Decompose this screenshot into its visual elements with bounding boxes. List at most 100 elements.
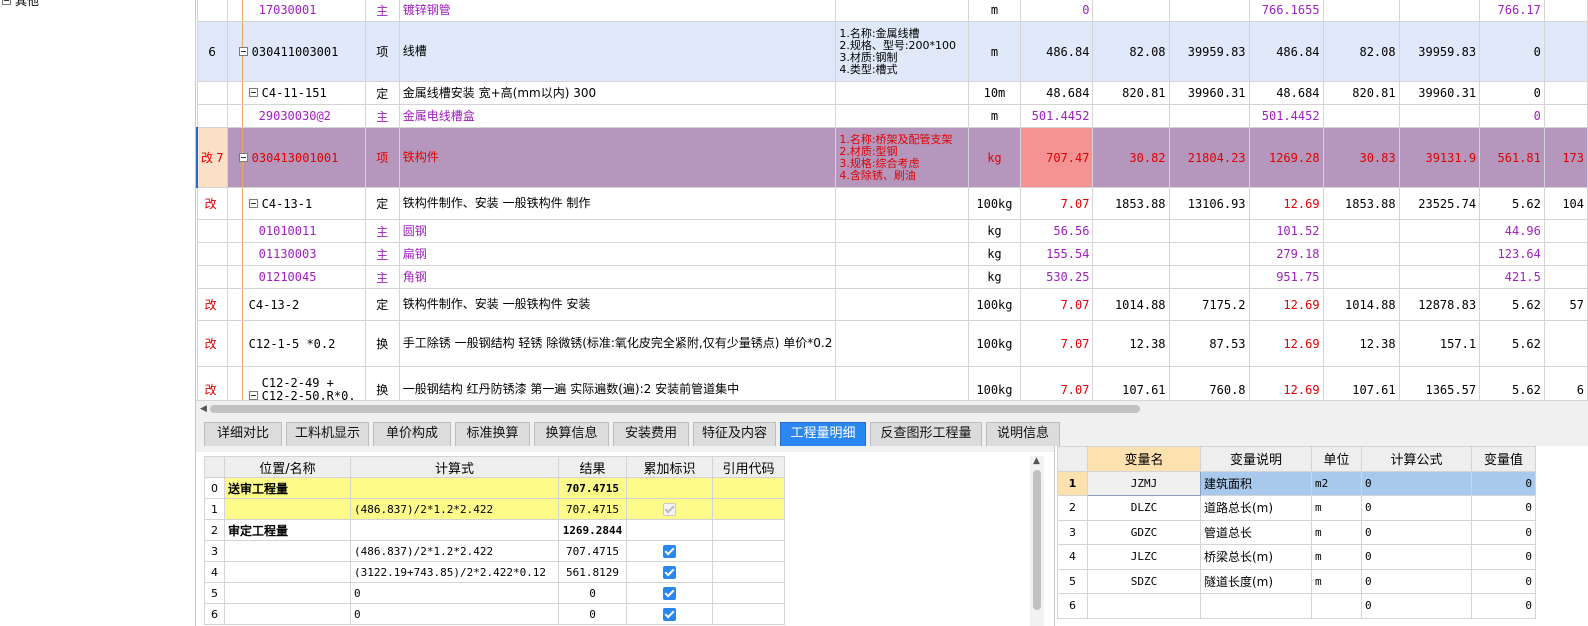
value-cell-4[interactable]: 12.69 — [1248, 187, 1324, 220]
value-cell-3[interactable] — [1168, 219, 1250, 243]
accumulate-cell[interactable] — [626, 519, 713, 541]
item-type[interactable]: 定 — [364, 288, 400, 321]
item-name[interactable]: 手工除锈 一般钢结构 轻锈 除微锈(标准:氧化皮完全紧附,仅有少量锈点) 单价*… — [398, 320, 837, 367]
variable-unit-cell[interactable] — [1311, 593, 1362, 619]
variable-unit-cell[interactable]: m — [1311, 544, 1362, 570]
variable-formula-cell[interactable]: 0 — [1361, 568, 1472, 594]
item-features[interactable]: 1.名称:金属线槽 2.规格、型号:200*100 3.材质:钢制 4.类型:槽… — [835, 21, 970, 82]
row-header[interactable]: 改 — [196, 187, 228, 220]
column-header[interactable]: 结果 — [558, 456, 627, 478]
value-cell-6[interactable]: 1365.57 — [1398, 366, 1481, 400]
value-cell-3[interactable]: 87.53 — [1168, 320, 1250, 367]
table-row[interactable]: 3 (486.837)/2*1.2*2.422 707.4715 — [204, 540, 785, 562]
table-row[interactable]: 3 GDZC 管道总长 m 0 0 — [1057, 519, 1536, 545]
value-cell-4[interactable]: 101.52 — [1248, 219, 1324, 243]
table-row[interactable]: 6 00 — [1057, 593, 1536, 619]
variable-name-cell[interactable]: JZMJ — [1087, 470, 1201, 496]
value-cell-7[interactable]: 5.62 — [1479, 288, 1545, 321]
value-cell-1[interactable]: 7.07 — [1019, 187, 1094, 220]
table-row[interactable]: 17030001 主镀锌钢管 m 0 766.1655 766.17 — [196, 0, 1588, 22]
value-cell-3[interactable]: 39960.31 — [1168, 81, 1250, 105]
formula-cell[interactable]: 0 — [350, 582, 559, 604]
formula-cell[interactable]: (486.837)/2*1.2*2.422 — [350, 540, 559, 562]
value-cell-5[interactable]: 82.08 — [1322, 21, 1400, 82]
value-cell-6[interactable] — [1398, 104, 1481, 128]
value-cell-1[interactable]: 7.07 — [1019, 366, 1094, 400]
value-cell-2[interactable] — [1092, 242, 1170, 266]
variable-formula-cell[interactable]: 0 — [1361, 519, 1472, 545]
value-cell-6[interactable]: 39960.31 — [1398, 81, 1481, 105]
value-cell-4[interactable]: 486.84 — [1248, 21, 1324, 82]
table-row[interactable]: 改 C4-13-1 定铁构件制作、安装 一般铁构件 制作 100kg 7.07 1853.… — [196, 187, 1588, 220]
item-code-cell[interactable]: 01010011 — [226, 219, 366, 243]
table-row[interactable]: C4-11-151 定金属线槽安装 宽+高(mm以内) 300 10m 48.684 8… — [196, 81, 1588, 105]
position-name-cell[interactable] — [224, 540, 351, 562]
value-cell-2[interactable] — [1092, 265, 1170, 289]
item-type[interactable]: 换 — [364, 320, 400, 367]
reference-code-cell[interactable] — [712, 498, 785, 520]
checkbox-checked[interactable] — [663, 587, 676, 600]
value-cell-6[interactable] — [1398, 265, 1481, 289]
item-name[interactable]: 一般钢结构 红丹防锈漆 第一遍 实际遍数(遍):2 安装前管道集中 — [398, 366, 837, 400]
accumulate-cell[interactable] — [626, 561, 713, 583]
value-cell-6[interactable]: 12878.83 — [1398, 288, 1481, 321]
formula-cell[interactable]: (486.837)/2*1.2*2.422 — [350, 498, 559, 520]
value-cell-5[interactable]: 12.38 — [1322, 320, 1400, 367]
value-cell-6[interactable]: 39131.9 — [1398, 127, 1481, 188]
column-header[interactable]: 计算公式 — [1361, 446, 1472, 472]
value-cell-6[interactable] — [1398, 219, 1481, 243]
table-row[interactable]: 01210045 主角钢 kg 530.25 951.75 421.5 — [196, 265, 1588, 289]
value-cell-5[interactable] — [1322, 0, 1400, 22]
scroll-thumb[interactable] — [1033, 470, 1041, 610]
value-cell-2[interactable]: 820.81 — [1092, 81, 1170, 105]
collapse-icon[interactable] — [2, 0, 11, 5]
item-code-cell[interactable]: 29030030@2 — [226, 104, 366, 128]
table-row[interactable]: 4 JLZC 桥梁总长(m) m 0 0 — [1057, 544, 1536, 570]
row-header[interactable]: 改 — [196, 320, 228, 367]
variable-formula-cell[interactable]: 0 — [1361, 470, 1472, 496]
value-cell-7[interactable]: 44.96 — [1479, 219, 1545, 243]
variable-desc-cell[interactable]: 管道总长 — [1200, 519, 1312, 545]
item-type[interactable]: 主 — [364, 219, 400, 243]
column-header[interactable]: 位置/名称 — [224, 456, 351, 478]
item-features[interactable] — [835, 187, 970, 220]
position-name-cell[interactable]: 审定工程量 — [224, 519, 351, 541]
checkbox-checked[interactable] — [663, 566, 676, 579]
variable-desc-cell[interactable]: 隧道长度(m) — [1200, 568, 1312, 594]
item-features[interactable] — [835, 219, 970, 243]
value-cell-2[interactable]: 12.38 — [1092, 320, 1170, 367]
column-header[interactable]: 累加标识 — [626, 456, 713, 478]
value-cell-5[interactable]: 820.81 — [1322, 81, 1400, 105]
collapse-icon[interactable] — [238, 46, 248, 56]
formula-cell[interactable] — [350, 519, 559, 541]
item-name[interactable]: 角钢 — [398, 265, 837, 289]
item-type[interactable]: 项 — [364, 127, 400, 188]
value-cell-6[interactable]: 23525.74 — [1398, 187, 1481, 220]
value-cell-7[interactable]: 5.62 — [1479, 187, 1545, 220]
variable-desc-cell[interactable]: 道路总长(m) — [1200, 495, 1312, 521]
value-cell-4[interactable]: 12.69 — [1248, 288, 1324, 321]
value-cell-1[interactable]: 707.47 — [1019, 127, 1094, 188]
value-cell-8[interactable] — [1543, 320, 1588, 367]
value-cell-1[interactable]: 56.56 — [1019, 219, 1094, 243]
value-cell-8[interactable]: 57 — [1543, 288, 1588, 321]
collapse-icon[interactable] — [248, 390, 258, 400]
item-code-cell[interactable]: C12-1-5 *0.2 — [226, 320, 366, 367]
table-row[interactable]: 4 (3122.19+743.85)/2*2.422*0.12 561.8129 — [204, 561, 785, 583]
reference-code-cell[interactable] — [712, 477, 785, 499]
item-unit[interactable]: m — [968, 104, 1021, 128]
item-name[interactable]: 金属线槽安装 宽+高(mm以内) 300 — [398, 81, 837, 105]
position-name-cell[interactable] — [224, 582, 351, 604]
variable-formula-cell[interactable]: 0 — [1361, 495, 1472, 521]
value-cell-7[interactable]: 561.81 — [1479, 127, 1545, 188]
vertical-scrollbar[interactable]: ▲ — [1030, 456, 1044, 626]
value-cell-3[interactable] — [1168, 104, 1250, 128]
item-code-cell[interactable]: 17030001 — [226, 0, 366, 22]
value-cell-7[interactable]: 5.62 — [1479, 320, 1545, 367]
value-cell-8[interactable] — [1543, 81, 1588, 105]
value-cell-3[interactable] — [1168, 242, 1250, 266]
item-features[interactable] — [835, 265, 970, 289]
value-cell-6[interactable] — [1398, 0, 1481, 22]
value-cell-5[interactable] — [1322, 104, 1400, 128]
value-cell-2[interactable] — [1092, 0, 1170, 22]
